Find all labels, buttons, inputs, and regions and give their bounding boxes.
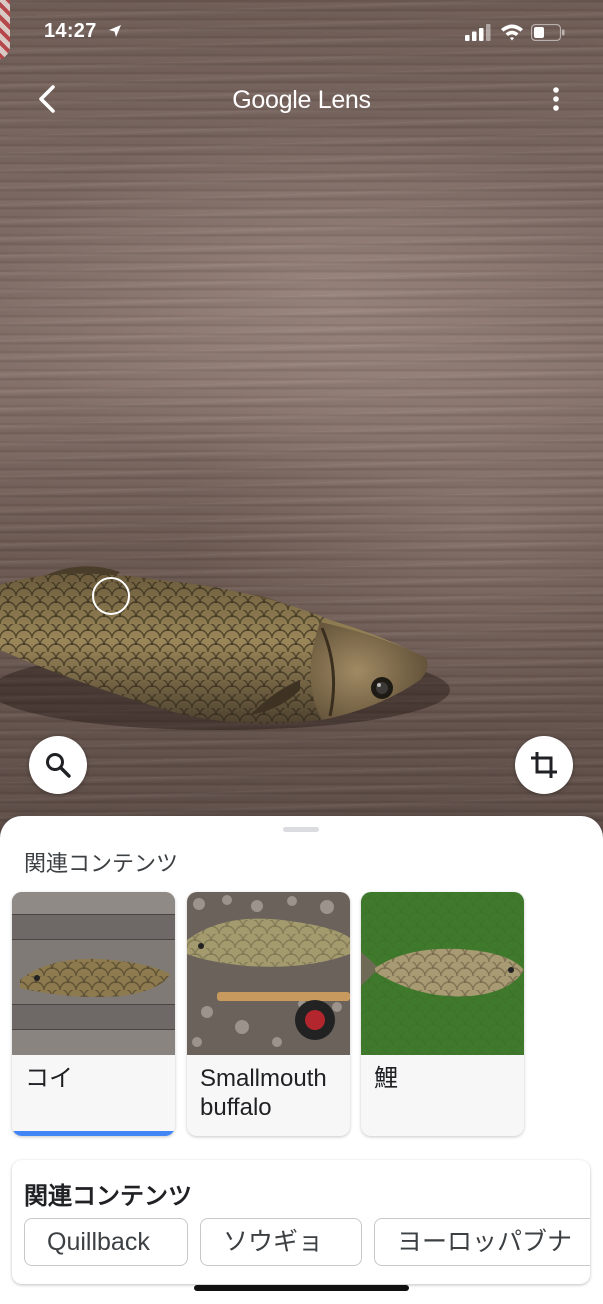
result-label: Smallmouth buffalo — [200, 1065, 327, 1121]
location-arrow-icon — [109, 25, 121, 37]
wifi-icon — [501, 24, 523, 41]
result-card[interactable]: 鯉 — [361, 892, 524, 1136]
result-label: 鯉 — [374, 1065, 398, 1092]
home-indicator[interactable] — [194, 1285, 409, 1291]
lens-image-view[interactable] — [0, 0, 603, 840]
search-button[interactable] — [29, 736, 87, 794]
related-title: 関連コンテンツ — [24, 1182, 192, 1210]
results-sheet[interactable]: 関連コンテンツ コイ Smallmouth buffalo 鯉 関連コンテンツ … — [0, 816, 603, 1304]
result-thumbnail — [361, 892, 524, 1055]
related-content-box: 関連コンテンツ Quillback ソウギョ ヨーロッパブナ — [12, 1160, 590, 1284]
signal-icon — [465, 24, 491, 41]
more-vertical-icon[interactable] — [546, 84, 566, 116]
sheet-drag-handle[interactable] — [283, 827, 319, 832]
result-label: コイ — [25, 1065, 73, 1092]
selected-indicator — [12, 1131, 175, 1136]
status-bar: 14:27 — [0, 0, 603, 62]
fish-image — [0, 566, 450, 730]
status-time: 14:27 — [44, 20, 97, 42]
selection-dot[interactable] — [92, 577, 130, 615]
related-chip[interactable]: Quillback — [24, 1218, 188, 1266]
battery-icon — [531, 24, 565, 41]
app-title: Google Lens — [232, 86, 371, 114]
result-card[interactable]: Smallmouth buffalo — [187, 892, 350, 1136]
result-thumbnail — [12, 892, 175, 1055]
result-thumbnail — [187, 892, 350, 1055]
sheet-heading: 関連コンテンツ — [24, 852, 179, 877]
result-card[interactable]: コイ — [12, 892, 175, 1136]
related-chip[interactable]: ソウギョ — [200, 1218, 362, 1266]
crop-icon — [531, 752, 557, 778]
crop-button[interactable] — [515, 736, 573, 794]
related-chip[interactable]: ヨーロッパブナ — [374, 1218, 590, 1266]
search-icon — [46, 753, 71, 778]
